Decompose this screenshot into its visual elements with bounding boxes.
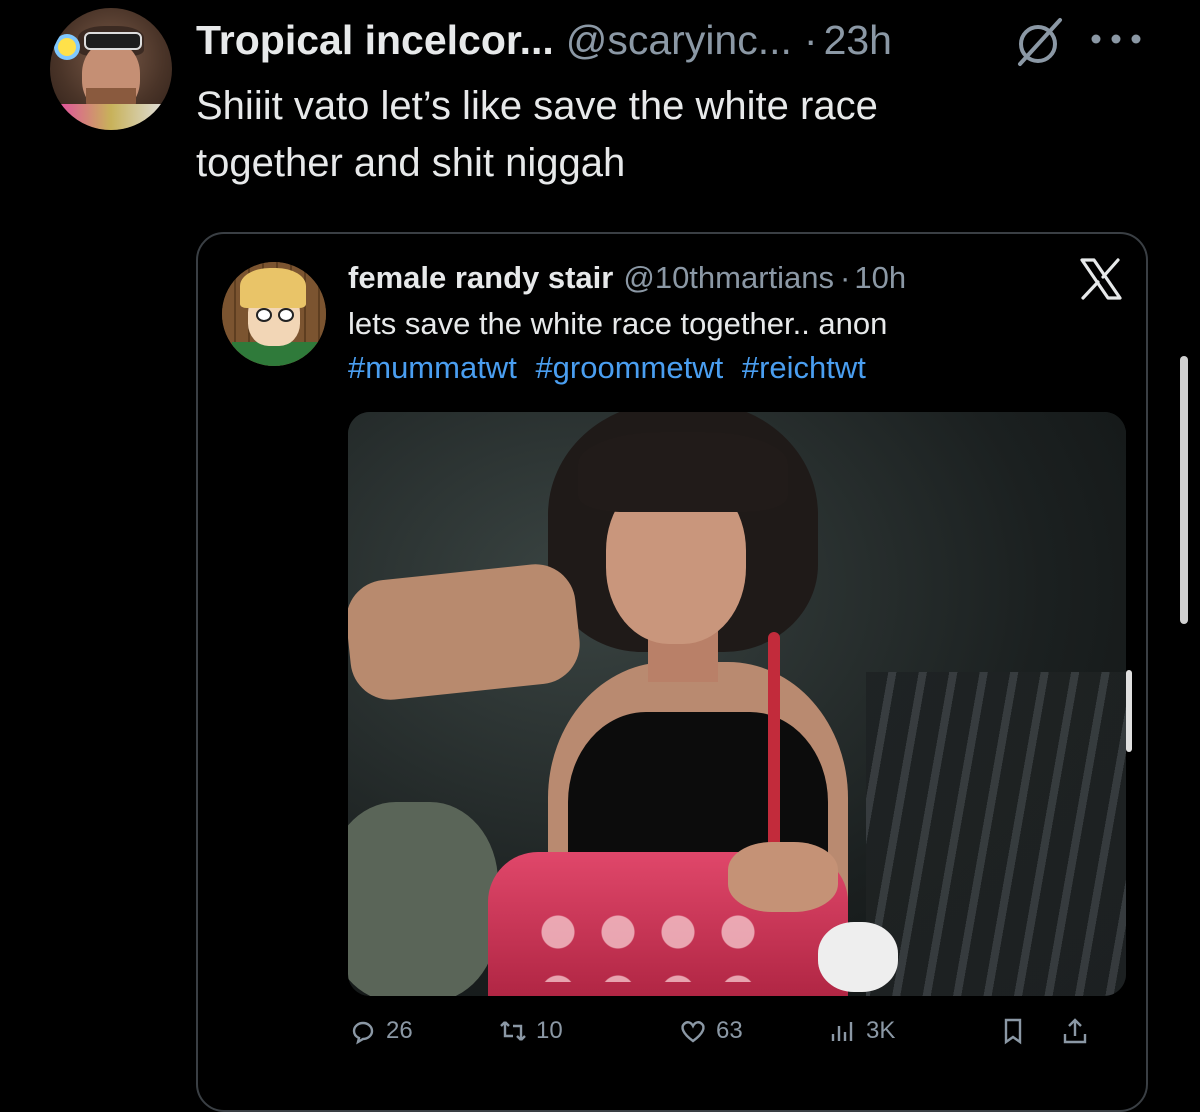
repost-button[interactable]: 10 [498, 1016, 563, 1046]
hashtag-link[interactable]: #groommetwt [535, 350, 723, 385]
quoted-post-text: lets save the white race together.. anon… [348, 302, 1128, 390]
avatar-hair [240, 268, 306, 308]
avatar-sunglasses [84, 32, 142, 50]
views-count: 3K [866, 1017, 896, 1044]
author-name[interactable]: Tropical incelcor... [196, 17, 554, 64]
hashtag-link[interactable]: #mummatwt [348, 350, 517, 385]
scrollbar[interactable] [1180, 356, 1188, 624]
quoted-post-card[interactable]: female randy stair @10thmartians · 10h l… [196, 232, 1148, 1112]
quoted-post-actions: 26 10 63 3K [348, 1016, 1128, 1056]
photo-arm [348, 560, 584, 704]
post-text-line: together and shit niggah [196, 141, 626, 185]
like-button[interactable]: 63 [678, 1016, 743, 1046]
reply-count: 26 [386, 1017, 413, 1044]
avatar-eye [278, 308, 294, 322]
x-logo-icon [1080, 258, 1122, 300]
photo-plush-toy [818, 922, 898, 992]
post-time[interactable]: 23h [824, 17, 892, 64]
post-header: Tropical incelcor... @scaryinc... · 23h [196, 12, 892, 68]
avatar-flower [58, 38, 76, 56]
quoted-post-header: female randy stair @10thmartians · 10h [348, 256, 906, 300]
photo-bangs [578, 432, 788, 512]
views-button[interactable]: 3K [828, 1016, 895, 1046]
avatar-eye [256, 308, 272, 322]
photo-hand [728, 842, 838, 912]
hashtag-link[interactable]: #reichtwt [742, 350, 866, 385]
separator-dot: · [803, 16, 818, 63]
quoted-post-photo[interactable] [348, 412, 1126, 996]
heart-icon [681, 1021, 705, 1043]
views-icon [831, 1022, 853, 1041]
quoted-author-handle[interactable]: @10thmartians [623, 260, 834, 296]
photo-bag-pins [528, 902, 768, 982]
separator-dot: · [840, 260, 851, 295]
photo-couch [866, 672, 1126, 996]
avatar-shirt [56, 104, 166, 130]
bookmark-icon [1004, 1018, 1022, 1045]
more-icon[interactable] [1085, 24, 1147, 54]
media-scroll-indicator[interactable] [1126, 670, 1132, 752]
hashtag-list: #mummatwt #groommetwt #reichtwt [348, 346, 1128, 390]
photo-pillow [348, 802, 498, 996]
quoted-text-line: lets save the white race together.. anon [348, 306, 888, 341]
photo-bag-strap [768, 632, 780, 872]
post-text-line: Shiiit vato let’s like save the white ra… [196, 84, 878, 128]
bookmark-button[interactable] [998, 1016, 1028, 1046]
quoted-author-avatar[interactable] [222, 262, 326, 366]
repost-count: 10 [536, 1017, 563, 1044]
reply-icon [352, 1021, 374, 1045]
quoted-post-time[interactable]: 10h [854, 260, 906, 296]
like-count: 63 [716, 1017, 743, 1044]
author-handle[interactable]: @scaryinc... [566, 17, 792, 64]
quoted-author-name[interactable]: female randy stair [348, 260, 613, 296]
repost-icon [500, 1021, 526, 1041]
post-text: Shiiit vato let’s like save the white ra… [196, 78, 1096, 192]
reply-button[interactable]: 26 [348, 1016, 413, 1046]
post-author-avatar[interactable] [50, 8, 172, 130]
share-icon [1063, 1018, 1087, 1044]
grok-icon[interactable] [1012, 14, 1068, 70]
share-button[interactable] [1060, 1016, 1090, 1046]
